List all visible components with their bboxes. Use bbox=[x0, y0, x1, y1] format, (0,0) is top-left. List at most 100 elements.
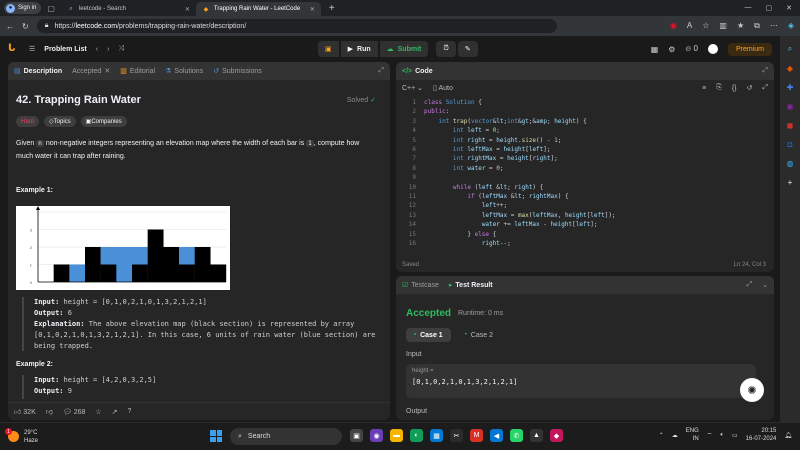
debug-button[interactable]: ▣ bbox=[318, 41, 339, 57]
cloud-icon[interactable]: ☁ bbox=[672, 432, 678, 439]
clock[interactable]: 20:15 16-07-2024 bbox=[746, 427, 777, 443]
taskbar-search[interactable]: ⌕ Search bbox=[230, 428, 342, 445]
app-icon[interactable]: ▲ bbox=[530, 429, 543, 442]
notes-button[interactable]: ✎ bbox=[457, 41, 478, 57]
run-button[interactable]: ▶ Run bbox=[340, 41, 378, 57]
code-line[interactable]: 15 } else { bbox=[396, 230, 766, 239]
premium-button[interactable]: Premium bbox=[727, 42, 772, 56]
edge-icon[interactable]: ◐ bbox=[410, 429, 423, 442]
dislike-button[interactable]: 👎︎ bbox=[46, 407, 53, 416]
tools-icon[interactable]: ✚ bbox=[787, 83, 794, 92]
timer-button[interactable]: ⏰︎ bbox=[436, 41, 456, 57]
format-icon[interactable]: ≡ bbox=[702, 85, 706, 92]
code-line[interactable]: 5 int right = height.size() - 1; bbox=[396, 136, 766, 145]
code-line[interactable]: 10 while (left &lt; right) { bbox=[396, 183, 766, 192]
code-line[interactable]: 1 class Solution { bbox=[396, 98, 766, 107]
minimize-icon[interactable]: — bbox=[745, 4, 752, 12]
code-line[interactable]: 2 public: bbox=[396, 107, 766, 116]
tab-accepted[interactable]: Accepted ✕ bbox=[72, 67, 110, 76]
new-tab-button[interactable]: + bbox=[329, 3, 335, 14]
browser-tab-search[interactable]: ⌕ leetcode - Search ✕ bbox=[61, 2, 196, 16]
bookmark-icon[interactable]: ⎘ bbox=[716, 84, 722, 92]
code-line[interactable]: 4 int left = 0; bbox=[396, 126, 766, 135]
drop-icon[interactable]: ◍ bbox=[787, 159, 794, 168]
games-icon[interactable]: ◉ bbox=[787, 102, 794, 111]
code-tab[interactable]: </> Code bbox=[402, 68, 433, 75]
fullscreen-icon[interactable]: ⤢ bbox=[762, 84, 768, 92]
whatsapp-icon[interactable]: ✆ bbox=[510, 429, 523, 442]
tab-submissions[interactable]: ↺ Submissions bbox=[213, 67, 262, 76]
test-result-tab[interactable]: ▸ Test Result bbox=[449, 281, 493, 290]
favorite-icon[interactable]: ☆ bbox=[702, 21, 709, 31]
task-view-icon[interactable]: ▣ bbox=[350, 429, 363, 442]
teams-icon[interactable]: ◉ bbox=[370, 429, 383, 442]
weather-widget[interactable]: 1 29°C Haze bbox=[5, 428, 38, 445]
comments-button[interactable]: 💬︎ 268 bbox=[63, 408, 86, 416]
collapse-icon[interactable]: ⌄ bbox=[762, 281, 768, 289]
store-icon[interactable]: ▦ bbox=[430, 429, 443, 442]
help-icon[interactable]: ? bbox=[128, 408, 132, 415]
copilot-icon[interactable]: ◈ bbox=[788, 21, 794, 31]
start-button[interactable] bbox=[210, 430, 222, 442]
add-icon[interactable]: + bbox=[788, 178, 793, 187]
reset-icon[interactable]: ↺ bbox=[747, 84, 753, 92]
maximize-icon[interactable]: ▢ bbox=[766, 4, 773, 12]
shopping-icon[interactable]: ◆ bbox=[787, 64, 793, 73]
back-icon[interactable]: ← bbox=[6, 22, 14, 31]
code-line[interactable]: 7 int rightMax = height[right]; bbox=[396, 154, 766, 163]
more-icon[interactable]: ⋯ bbox=[770, 21, 778, 31]
expand-icon[interactable]: ⤢ bbox=[747, 281, 753, 289]
close-window-icon[interactable]: ✕ bbox=[786, 4, 792, 12]
tab-actions-icon[interactable]: ▢ bbox=[47, 4, 55, 13]
close-icon[interactable]: ✕ bbox=[104, 67, 110, 75]
case-2-tab[interactable]: • Case 2 bbox=[457, 328, 501, 342]
share-icon[interactable]: ↗ bbox=[112, 408, 118, 416]
search-icon[interactable]: ⌕ bbox=[788, 44, 792, 54]
volume-icon[interactable]: 🔈︎ bbox=[720, 432, 724, 439]
tab-editorial[interactable]: ▥ Editorial bbox=[120, 67, 155, 76]
notifications-icon[interactable]: 🔔︎ bbox=[784, 432, 792, 439]
expand-icon[interactable]: ⤢ bbox=[762, 67, 768, 75]
autocomplete-toggle[interactable]: ▯ Auto bbox=[433, 84, 453, 92]
braces-icon[interactable]: {} bbox=[732, 85, 737, 92]
url-field[interactable]: 🔒︎ https://leetcode.com/problems/trappin… bbox=[36, 19, 557, 33]
code-line[interactable]: 6 int leftMax = height[left]; bbox=[396, 145, 766, 154]
code-line[interactable]: 9 bbox=[396, 173, 766, 182]
expand-icon[interactable]: ⤢ bbox=[378, 67, 384, 75]
code-line[interactable]: 8 int water = 0; bbox=[396, 164, 766, 173]
file-explorer-icon[interactable]: ▬ bbox=[390, 429, 403, 442]
submit-button[interactable]: ☁ Submit bbox=[379, 41, 429, 57]
code-line[interactable]: 16 right--; bbox=[396, 239, 766, 248]
chevron-up-icon[interactable]: ⌃ bbox=[659, 432, 664, 439]
tab-description[interactable]: ▤ Description bbox=[14, 67, 62, 76]
code-line[interactable]: 13 leftMax = max(leftMax, height[left]); bbox=[396, 211, 766, 220]
language-indicator[interactable]: ENG IN bbox=[686, 427, 699, 443]
code-line[interactable]: 11 if (leftMax &lt; rightMax) { bbox=[396, 192, 766, 201]
case-1-tab[interactable]: • Case 1 bbox=[406, 328, 451, 342]
office-icon[interactable]: ◼ bbox=[787, 121, 794, 130]
favorites-icon[interactable]: ★ bbox=[737, 21, 744, 31]
next-problem-icon[interactable]: › bbox=[107, 46, 109, 53]
battery-icon[interactable]: ▭ bbox=[732, 432, 738, 439]
browser-tab-leetcode[interactable]: ◆ Trapping Rain Water - LeetCode ✕ bbox=[195, 2, 321, 16]
code-editor[interactable]: 1 class Solution {2 public: 3 int trap(vect… bbox=[396, 98, 774, 258]
user-avatar[interactable] bbox=[707, 44, 718, 54]
outlook-icon[interactable]: ◘ bbox=[788, 140, 793, 149]
assistant-button[interactable]: ✺ bbox=[740, 378, 764, 402]
code-line[interactable]: 12 left++; bbox=[396, 201, 766, 210]
tab-solutions[interactable]: ⚗ Solutions bbox=[165, 67, 203, 76]
settings-icon[interactable]: ⚙ bbox=[668, 45, 675, 54]
refresh-icon[interactable]: ↻ bbox=[22, 22, 29, 31]
snip-icon[interactable]: ✂ bbox=[450, 429, 463, 442]
language-select[interactable]: C++ ⌄ bbox=[402, 84, 423, 92]
fire-streak[interactable]: 🔥︎ 0 bbox=[685, 44, 698, 54]
collections-icon[interactable]: ⧉ bbox=[754, 21, 760, 31]
code-line[interactable]: 3 int trap(vector&lt;int&gt;&amp; height… bbox=[396, 117, 766, 126]
close-icon[interactable]: ✕ bbox=[310, 6, 315, 13]
leetcode-logo-icon[interactable]: ᒐ bbox=[8, 43, 20, 55]
shuffle-icon[interactable]: ⤨ bbox=[118, 45, 124, 53]
vscode-icon[interactable]: ◀ bbox=[490, 429, 503, 442]
star-icon[interactable]: ☆ bbox=[95, 408, 101, 416]
code-line[interactable]: 14 water += leftMax - height[left]; bbox=[396, 220, 766, 229]
gmail-icon[interactable]: M bbox=[470, 429, 483, 442]
